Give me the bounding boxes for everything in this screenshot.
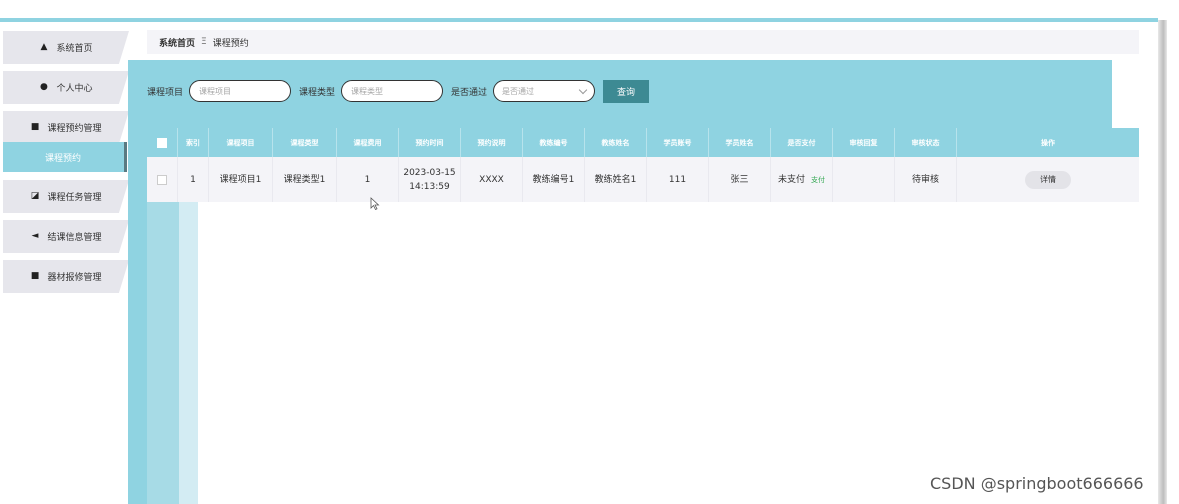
- mouse-pointer-icon: [370, 197, 380, 211]
- table-row: 1 课程项目1 课程类型1 1 2023-03-15 14:13:59 XXXX…: [147, 157, 1139, 202]
- sidebar-item-personal-center[interactable]: ● 个人中心: [3, 71, 129, 104]
- sidebar: ▲ 系统首页 ● 个人中心 ■ 课程预约管理 课程预约 ◪ 课程任务管理 ◄ 结…: [0, 22, 132, 504]
- sidebar-item-label: 个人中心: [56, 84, 93, 94]
- query-button[interactable]: 查询: [603, 79, 650, 103]
- cell-coach-number: 教练编号1: [523, 157, 585, 202]
- cell-index: 1: [178, 157, 209, 202]
- watermark: CSDN @springboot666666: [930, 474, 1144, 493]
- approved-label: 是否通过: [451, 87, 488, 98]
- sidebar-item-label: 课程任务管理: [47, 193, 102, 203]
- column-header: 预约时间: [399, 128, 461, 157]
- monitor-icon: ■: [30, 122, 40, 132]
- column-header: 课程项目: [209, 128, 273, 157]
- approved-select[interactable]: 是否通过: [493, 80, 596, 102]
- column-header: 学员账号: [647, 128, 709, 157]
- breadcrumb-current: 课程预约: [212, 38, 249, 49]
- table-column-stripe: [179, 201, 198, 504]
- top-accent-line: [0, 18, 1158, 22]
- sidebar-item-label: 器材报修管理: [47, 273, 102, 283]
- chevron-down-icon: [578, 85, 588, 94]
- sidebar-item-equipment-repair-management[interactable]: ■ 器材报修管理: [3, 260, 129, 293]
- cell-coach-name: 教练姓名1: [585, 157, 647, 202]
- sidebar-item-course-completion-management[interactable]: ◄ 结课信息管理: [3, 220, 129, 253]
- column-header: 审核回复: [833, 128, 895, 157]
- home-icon: ▲: [40, 42, 48, 52]
- column-header: 教练姓名: [585, 128, 647, 157]
- table-header: 索引 课程项目 课程类型 课程费用 预约时间 预约说明 教练编号 教练姓名 学员…: [147, 128, 1139, 157]
- breadcrumb-separator-icon: Ξ: [201, 37, 207, 47]
- header-select-all[interactable]: [147, 128, 178, 157]
- row-select-cell[interactable]: [147, 157, 178, 202]
- breadcrumb: 系统首页 Ξ 课程预约: [147, 30, 1139, 54]
- course-type-input[interactable]: [341, 80, 444, 102]
- cell-student-account: 111: [647, 157, 709, 202]
- send-icon: ◄: [31, 231, 39, 241]
- cell-course-type: 课程类型1: [273, 157, 337, 202]
- course-project-label: 课程项目: [147, 87, 184, 98]
- cell-booking-time: 2023-03-15 14:13:59: [399, 157, 461, 202]
- column-header: 学员姓名: [709, 128, 771, 157]
- paid-status: 未支付: [777, 174, 805, 185]
- cell-course-project: 课程项目1: [209, 157, 273, 202]
- sidebar-item-label: 结课信息管理: [47, 233, 102, 243]
- column-header: 审核状态: [895, 128, 957, 157]
- booking-date: 2023-03-15: [403, 167, 456, 178]
- sidebar-item-label: 系统首页: [56, 44, 93, 54]
- column-header: 课程费用: [337, 128, 399, 157]
- cell-booking-note: XXXX: [461, 157, 523, 202]
- approved-select-placeholder: 是否通过: [502, 86, 535, 96]
- pay-link[interactable]: 支付: [811, 173, 825, 187]
- detail-button[interactable]: 详情: [1025, 170, 1071, 189]
- sidebar-item-course-task-management[interactable]: ◪ 课程任务管理: [3, 180, 129, 213]
- monitor-icon: ■: [30, 271, 40, 281]
- table-column-stripe: [147, 201, 179, 504]
- sidebar-item-label: 课程预约管理: [47, 124, 102, 134]
- column-header: 预约说明: [461, 128, 523, 157]
- column-header: 教练编号: [523, 128, 585, 157]
- sidebar-subitem-course-booking[interactable]: 课程预约: [3, 142, 127, 172]
- column-header: 课程类型: [273, 128, 337, 157]
- sidebar-subitem-label: 课程预约: [45, 153, 82, 164]
- cell-course-fee: 1: [337, 157, 399, 202]
- window-right-edge: [1158, 20, 1167, 504]
- user-icon: ●: [40, 82, 48, 92]
- chart-icon: ◪: [30, 191, 40, 201]
- cell-paid: 未支付 支付: [771, 157, 833, 202]
- column-header: 索引: [178, 128, 209, 157]
- main-empty-area: [198, 201, 1158, 504]
- course-type-label: 课程类型: [299, 87, 336, 98]
- booking-clock: 14:13:59: [409, 181, 450, 192]
- cell-student-name: 张三: [709, 157, 771, 202]
- breadcrumb-home[interactable]: 系统首页: [159, 36, 195, 49]
- sidebar-item-course-booking-management[interactable]: ■ 课程预约管理: [3, 111, 129, 144]
- row-checkbox[interactable]: [157, 174, 167, 185]
- column-header: 操作: [1041, 138, 1055, 147]
- cell-review-reply: [833, 157, 895, 202]
- sidebar-item-home[interactable]: ▲ 系统首页: [3, 31, 129, 64]
- search-bar: 课程项目 课程类型 是否通过 是否通过 查询: [147, 79, 650, 103]
- booking-table: 索引 课程项目 课程类型 课程费用 预约时间 预约说明 教练编号 教练姓名 学员…: [147, 128, 1139, 202]
- column-header: 是否支付: [771, 128, 833, 157]
- cell-review-status: 待审核: [895, 157, 957, 202]
- select-all-checkbox[interactable]: [157, 137, 167, 148]
- course-project-input[interactable]: [189, 80, 292, 102]
- cell-actions: 详情: [957, 157, 1139, 202]
